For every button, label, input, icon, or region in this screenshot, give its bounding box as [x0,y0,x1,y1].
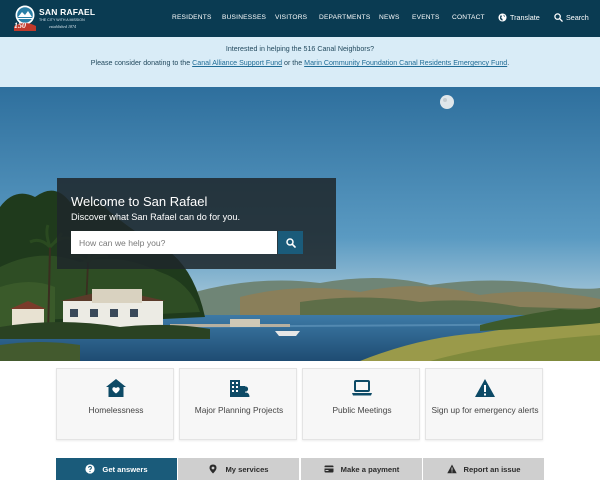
banner-line-1: Interested in helping the 516 Canal Neig… [225,45,375,53]
banner-text-prefix: Please consider donating to the [90,59,193,67]
city-established: established 1874 [49,24,76,29]
card-icon-wrap [303,377,421,399]
nav-departments[interactable]: DEPARTMENTS [319,14,370,21]
search-icon [554,13,563,22]
hero-section: Welcome to San Rafael Discover what San … [0,87,600,361]
credit-card-icon [324,465,334,473]
site-header: SAN RAFAEL THE CITY WITH A MISSION estab… [0,0,600,37]
city-buildings-icon [230,380,250,397]
nav-news[interactable]: NEWS [379,14,400,21]
tab-label: My services [225,464,269,474]
banner-line-2: Please consider donating to the Canal Al… [0,59,600,67]
card-label: Sign up for emergency alerts [431,405,539,415]
city-name: SAN RAFAEL [39,7,96,17]
nav-residents[interactable]: RESIDENTS [172,14,212,21]
card-label: Homelessness [88,405,144,415]
welcome-subtitle: Discover what San Rafael can do for you. [71,212,241,222]
warning-icon [446,464,457,474]
site-search-input[interactable] [71,231,277,254]
card-public-meetings[interactable]: Public Meetings [302,368,420,440]
anniversary-number: 150 [14,21,26,30]
tab-report-issue[interactable]: Report an issue [423,458,544,480]
city-tagline: THE CITY WITH A MISSION [39,18,85,22]
nav-visitors[interactable]: VISITORS [275,14,307,21]
nav-businesses[interactable]: BUSINESSES [222,14,266,21]
home-heart-icon [106,379,126,397]
tab-label: Make a payment [340,464,400,474]
search-icon [285,237,296,248]
banner-text-suffix: . [507,59,510,67]
card-emergency-alerts[interactable]: Sign up for emergency alerts [425,368,543,440]
tab-get-answers[interactable]: Get answers [56,458,177,480]
tab-make-payment[interactable]: Make a payment [301,458,422,480]
nav-contact[interactable]: CONTACT [452,14,485,21]
card-icon-wrap [426,377,544,399]
tab-label: Report an issue [463,464,521,474]
tab-my-services[interactable]: My services [178,458,299,480]
announcement-banner: Interested in helping the 516 Canal Neig… [0,37,600,87]
site-search-button[interactable] [278,231,303,254]
nav-events[interactable]: EVENTS [412,14,440,21]
map-pin-icon [209,464,217,474]
question-icon [85,464,96,474]
card-label: Major Planning Projects [194,405,284,415]
globe-icon [498,13,507,22]
welcome-title: Welcome to San Rafael [71,194,208,209]
warning-icon [475,379,495,397]
welcome-panel: Welcome to San Rafael Discover what San … [57,178,336,269]
translate-label: Translate [510,13,540,22]
card-label: Public Meetings [332,405,392,415]
marin-foundation-link[interactable]: Marin Community Foundation Canal Residen… [304,59,507,67]
translate-button[interactable]: Translate [498,13,540,22]
search-toggle[interactable]: Search [554,13,589,22]
laptop-icon [352,380,372,396]
page: SAN RAFAEL THE CITY WITH A MISSION estab… [0,0,600,480]
canal-alliance-link[interactable]: Canal Alliance Support Fund [192,59,282,67]
card-homelessness[interactable]: Homelessness [56,368,174,440]
city-logo[interactable]: SAN RAFAEL THE CITY WITH A MISSION estab… [10,3,95,34]
card-icon-wrap [57,377,175,399]
card-icon-wrap [180,377,298,399]
search-label: Search [566,13,589,22]
banner-text-middle: or the [282,59,305,67]
card-major-planning-projects[interactable]: Major Planning Projects [179,368,297,440]
tab-label: Get answers [102,464,148,474]
